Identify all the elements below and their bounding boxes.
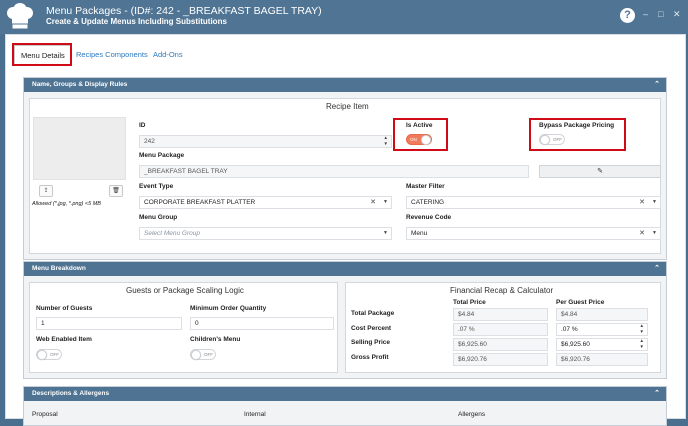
- scaling-panel: Guests or Package Scaling Logic Number o…: [29, 282, 338, 373]
- toggle-state: OFF: [50, 352, 59, 357]
- pencil-icon: ✎: [597, 168, 603, 175]
- menu-group-placeholder: Select Menu Group: [144, 230, 201, 237]
- total-package-per-guest: $4.84: [556, 308, 648, 321]
- menu-group-label: Menu Group: [139, 214, 178, 221]
- recap-title: Financial Recap & Calculator: [450, 286, 554, 295]
- event-type-select[interactable]: CORPORATE BREAKFAST PLATTER ✕ ▼: [139, 196, 392, 209]
- internal-label: Internal: [244, 411, 266, 418]
- chef-hat-logo-icon: [7, 3, 33, 30]
- section-header[interactable]: Name, Groups & Display Rules ⌃: [24, 78, 666, 92]
- main-window: Menu Details Recipes Components Add-Ons …: [5, 34, 686, 426]
- tab-add-ons[interactable]: Add-Ons: [153, 45, 183, 65]
- id-label: ID: [139, 122, 146, 129]
- recipe-item-panel: Recipe Item ⇪ 🗑 Allowed (*.jpg, *.png) <…: [29, 98, 661, 254]
- proposal-label: Proposal: [32, 411, 58, 418]
- row-label: Selling Price: [351, 339, 391, 346]
- spinner-icon[interactable]: ▲ ▼: [640, 324, 644, 335]
- highlight-is-active: [393, 118, 448, 151]
- spinner-icon[interactable]: ▲ ▼: [384, 136, 388, 147]
- web-enabled-label: Web Enabled Item: [36, 336, 92, 343]
- row-label: Gross Profit: [351, 354, 389, 361]
- menu-group-select[interactable]: Select Menu Group ▼: [139, 227, 392, 240]
- clear-icon[interactable]: ✕: [639, 228, 645, 239]
- menu-breakdown-section: Menu Breakdown ⌃ Guests or Package Scali…: [23, 261, 667, 379]
- per-guest-header: Per Guest Price: [556, 299, 605, 306]
- chevron-down-icon[interactable]: ▼: [383, 228, 388, 239]
- total-price-header: Total Price: [453, 299, 486, 306]
- row-label: Cost Percent: [351, 325, 392, 332]
- tab-recipes-components[interactable]: Recipes Components: [76, 45, 148, 65]
- min-order-input[interactable]: 0: [190, 317, 334, 330]
- section-title: Descriptions & Allergens: [32, 390, 110, 397]
- scaling-title: Guests or Package Scaling Logic: [126, 286, 244, 295]
- menu-package-label: Menu Package: [139, 152, 185, 159]
- gross-profit-total: $6,920.76: [453, 353, 548, 366]
- section-header[interactable]: Descriptions & Allergens ⌃: [24, 387, 666, 401]
- childrens-menu-label: Children's Menu: [190, 336, 241, 343]
- selling-price-value: $6,925.60: [561, 341, 590, 348]
- highlight-menu-details: [12, 43, 72, 66]
- descriptions-section: Descriptions & Allergens ⌃ Proposal Inte…: [23, 386, 667, 426]
- chevron-up-icon[interactable]: ⌃: [654, 78, 660, 92]
- spinner-icon[interactable]: ▲ ▼: [640, 339, 644, 350]
- edit-pencil-button[interactable]: ✎: [539, 165, 661, 178]
- revenue-code-select[interactable]: Menu ✕ ▼: [406, 227, 661, 240]
- window-title: Menu Packages - (ID#: 242 - _BREAKFAST B…: [46, 5, 322, 17]
- childrens-menu-toggle[interactable]: OFF: [190, 349, 216, 360]
- chevron-up-icon[interactable]: ⌃: [654, 262, 660, 276]
- event-type-value: CORPORATE BREAKFAST PLATTER: [144, 199, 256, 206]
- name-groups-section: Name, Groups & Display Rules ⌃ Recipe It…: [23, 77, 667, 260]
- upload-button[interactable]: ⇪: [39, 185, 53, 197]
- chevron-up-icon[interactable]: ⌃: [654, 387, 660, 401]
- id-value: 242: [144, 138, 155, 145]
- master-filter-value: CATERING: [411, 199, 445, 206]
- image-hint: Allowed (*.jpg, *.png) <5 MB: [32, 201, 101, 207]
- menu-package-field[interactable]: _BREAKFAST BAGEL TRAY: [139, 165, 529, 178]
- chevron-down-icon[interactable]: ▼: [652, 197, 657, 208]
- revenue-code-value: Menu: [411, 230, 428, 237]
- min-order-label: Minimum Order Quantity: [190, 305, 267, 312]
- allergens-label: Allergens: [458, 411, 486, 418]
- row-label: Total Package: [351, 310, 395, 317]
- financial-recap-panel: Financial Recap & Calculator Total Price…: [345, 282, 661, 373]
- guests-input[interactable]: 1: [36, 317, 182, 330]
- selling-price-total: $6,925.60: [453, 338, 548, 351]
- section-header[interactable]: Menu Breakdown ⌃: [24, 262, 666, 276]
- gross-profit-per-guest: $6,920.76: [556, 353, 648, 366]
- delete-image-button[interactable]: 🗑: [109, 185, 123, 197]
- revenue-code-label: Revenue Code: [406, 214, 452, 221]
- panel-title: Recipe Item: [326, 102, 369, 111]
- cost-percent-total: .07 %: [453, 323, 548, 336]
- total-package-total: $4.84: [453, 308, 548, 321]
- section-title: Name, Groups & Display Rules: [32, 81, 128, 88]
- highlight-bypass: [529, 118, 626, 151]
- selling-price-input[interactable]: $6,925.60 ▲ ▼: [556, 338, 648, 351]
- id-field[interactable]: 242 ▲ ▼: [139, 135, 392, 148]
- clear-icon[interactable]: ✕: [639, 197, 645, 208]
- cost-percent-input[interactable]: .07 % ▲ ▼: [556, 323, 648, 336]
- window-subtitle: Create & Update Menus Including Substitu…: [46, 17, 227, 26]
- chevron-down-icon[interactable]: ▼: [383, 197, 388, 208]
- title-bar: Menu Packages - (ID#: 242 - _BREAKFAST B…: [0, 0, 688, 34]
- cost-percent-value: .07 %: [561, 326, 578, 333]
- chevron-down-icon[interactable]: ▼: [652, 228, 657, 239]
- toggle-knob: [191, 350, 201, 360]
- guests-label: Number of Guests: [36, 305, 93, 312]
- image-placeholder[interactable]: [33, 117, 126, 180]
- maximize-button[interactable]: □: [658, 9, 663, 19]
- master-filter-label: Master Filter: [406, 183, 445, 190]
- master-filter-select[interactable]: CATERING ✕ ▼: [406, 196, 661, 209]
- event-type-label: Event Type: [139, 183, 174, 190]
- toggle-knob: [37, 350, 47, 360]
- help-icon[interactable]: ?: [620, 8, 635, 23]
- toggle-state: OFF: [204, 352, 213, 357]
- close-button[interactable]: ✕: [673, 9, 681, 20]
- clear-icon[interactable]: ✕: [370, 197, 376, 208]
- minimize-button[interactable]: –: [643, 9, 648, 19]
- web-enabled-toggle[interactable]: OFF: [36, 349, 62, 360]
- section-title: Menu Breakdown: [32, 265, 86, 272]
